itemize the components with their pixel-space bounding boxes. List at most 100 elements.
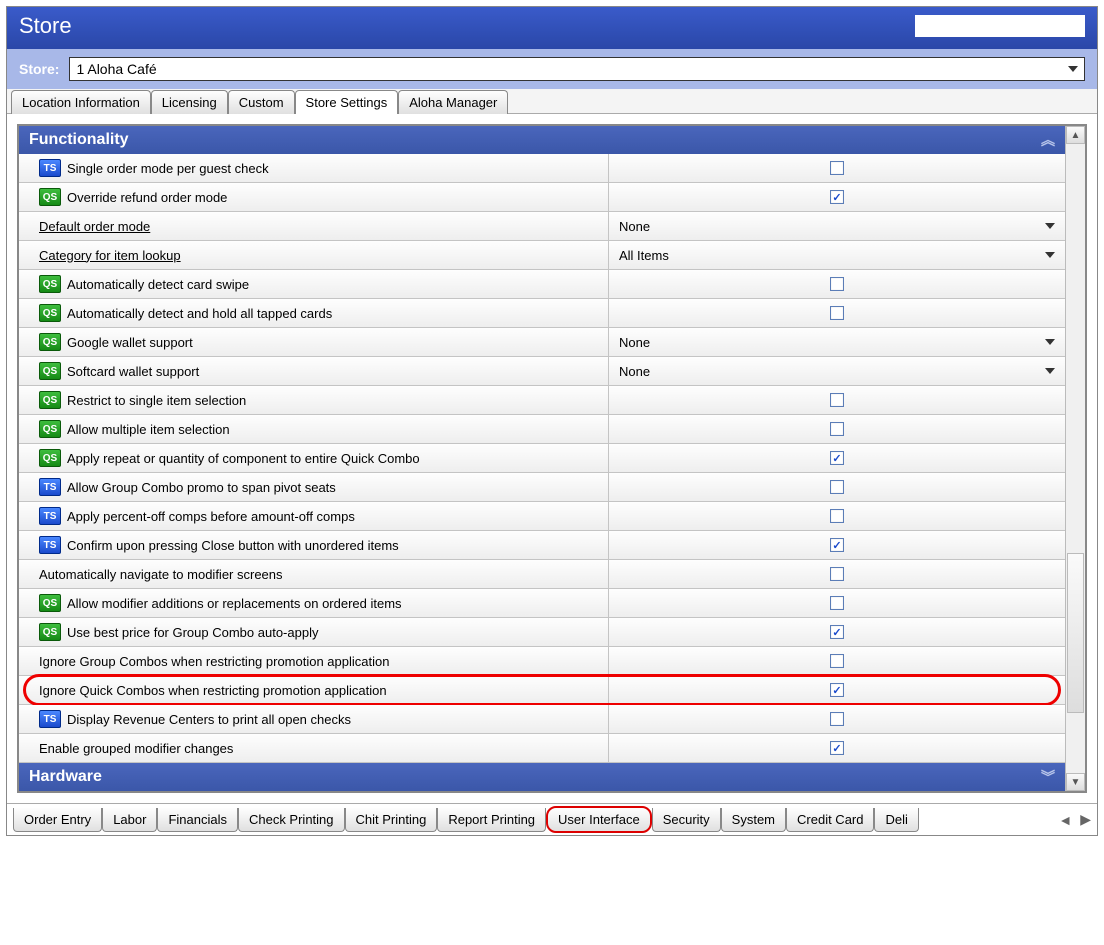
scrollbar[interactable]: ▲ ▼: [1065, 126, 1085, 791]
store-select-value: 1 Aloha Café: [76, 61, 156, 77]
tab-bottom[interactable]: Security: [652, 808, 721, 832]
setting-value-cell[interactable]: None: [609, 212, 1065, 240]
setting-label-cell: Enable grouped modifier changes: [19, 734, 609, 762]
section-hardware-label: Hardware: [29, 768, 102, 786]
tab-top[interactable]: Location Information: [11, 90, 151, 114]
checkbox[interactable]: [830, 509, 844, 523]
setting-row: QSGoogle wallet supportNone: [19, 328, 1065, 357]
setting-value-cell[interactable]: All Items: [609, 241, 1065, 269]
setting-label-cell: QS Restrict to single item selection: [19, 386, 609, 414]
setting-value-cell[interactable]: [609, 647, 1065, 675]
setting-value-cell[interactable]: None: [609, 357, 1065, 385]
qs-icon: QS: [39, 420, 61, 438]
setting-value-cell[interactable]: ✓: [609, 734, 1065, 762]
qs-icon: QS: [39, 449, 61, 467]
chevron-down-icon: [1045, 368, 1055, 374]
setting-row: QSAllow multiple item selection: [19, 415, 1065, 444]
scroll-thumb[interactable]: [1067, 553, 1084, 713]
setting-value-cell[interactable]: [609, 589, 1065, 617]
qs-icon: QS: [39, 391, 61, 409]
scroll-down-icon[interactable]: ▼: [1066, 773, 1085, 791]
setting-value-cell[interactable]: ✓: [609, 676, 1065, 704]
qs-icon: QS: [39, 275, 61, 293]
setting-value-cell[interactable]: [609, 705, 1065, 733]
store-bar: Store: 1 Aloha Café: [7, 49, 1097, 89]
setting-value-cell[interactable]: None: [609, 328, 1065, 356]
qs-icon: QS: [39, 333, 61, 351]
checkbox[interactable]: ✓: [830, 741, 844, 755]
tab-bottom[interactable]: Report Printing: [437, 808, 546, 832]
section-functionality-label: Functionality: [29, 131, 129, 149]
tab-bottom[interactable]: User Interface: [546, 806, 652, 833]
setting-value-cell[interactable]: ✓: [609, 531, 1065, 559]
titlebar-input[interactable]: [915, 15, 1085, 37]
setting-value-cell[interactable]: ✓: [609, 444, 1065, 472]
setting-label: Automatically detect card swipe: [67, 277, 249, 292]
ts-icon: TS: [39, 507, 61, 525]
setting-row: TSAllow Group Combo promo to span pivot …: [19, 473, 1065, 502]
section-hardware[interactable]: Hardware ︾: [19, 763, 1065, 791]
tab-bottom[interactable]: Financials: [157, 808, 238, 832]
checkbox[interactable]: ✓: [830, 190, 844, 204]
tab-nav-arrow-icon[interactable]: ▶: [1076, 811, 1095, 828]
expand-icon: ︾: [1041, 767, 1055, 787]
tab-top[interactable]: Licensing: [151, 90, 228, 114]
ts-icon: TS: [39, 710, 61, 728]
checkbox[interactable]: [830, 712, 844, 726]
setting-value-cell[interactable]: [609, 502, 1065, 530]
qs-icon: QS: [39, 362, 61, 380]
tab-top[interactable]: Aloha Manager: [398, 90, 508, 114]
tab-bottom[interactable]: Order Entry: [13, 808, 102, 832]
checkbox[interactable]: ✓: [830, 683, 844, 697]
setting-row: QSSoftcard wallet supportNone: [19, 357, 1065, 386]
checkbox[interactable]: ✓: [830, 538, 844, 552]
setting-value-cell[interactable]: [609, 473, 1065, 501]
tab-nav-arrow-icon[interactable]: ◄: [1054, 812, 1076, 828]
checkbox[interactable]: [830, 161, 844, 175]
setting-row: Automatically navigate to modifier scree…: [19, 560, 1065, 589]
setting-label[interactable]: Category for item lookup: [39, 248, 181, 263]
setting-row: TSDisplay Revenue Centers to print all o…: [19, 705, 1065, 734]
setting-label: Apply repeat or quantity of component to…: [67, 451, 420, 466]
checkbox[interactable]: ✓: [830, 451, 844, 465]
setting-label: Restrict to single item selection: [67, 393, 246, 408]
setting-label-cell: TSApply percent-off comps before amount-…: [19, 502, 609, 530]
setting-value-cell[interactable]: [609, 386, 1065, 414]
checkbox[interactable]: [830, 422, 844, 436]
setting-row: QS Automatically detect card swipe: [19, 270, 1065, 299]
tab-bottom[interactable]: System: [721, 808, 786, 832]
setting-row: TSConfirm upon pressing Close button wit…: [19, 531, 1065, 560]
tab-bottom[interactable]: Labor: [102, 808, 157, 832]
setting-label-cell: QSAllow multiple item selection: [19, 415, 609, 443]
store-select[interactable]: 1 Aloha Café: [69, 57, 1085, 81]
tab-top[interactable]: Store Settings: [295, 90, 399, 114]
setting-label: Automatically navigate to modifier scree…: [39, 567, 283, 582]
section-functionality[interactable]: Functionality ︽: [19, 126, 1065, 154]
tab-bottom[interactable]: Deli: [874, 808, 918, 832]
dropdown-value: None: [619, 335, 650, 350]
scroll-up-icon[interactable]: ▲: [1066, 126, 1085, 144]
checkbox[interactable]: [830, 567, 844, 581]
tab-bottom[interactable]: Chit Printing: [345, 808, 438, 832]
checkbox[interactable]: [830, 480, 844, 494]
checkbox[interactable]: ✓: [830, 625, 844, 639]
scroll-track[interactable]: [1066, 144, 1085, 773]
setting-value-cell[interactable]: [609, 270, 1065, 298]
checkbox[interactable]: [830, 393, 844, 407]
collapse-icon: ︽: [1041, 130, 1055, 150]
setting-value-cell[interactable]: ✓: [609, 618, 1065, 646]
setting-value-cell[interactable]: [609, 299, 1065, 327]
setting-value-cell[interactable]: [609, 415, 1065, 443]
tab-bottom[interactable]: Credit Card: [786, 808, 874, 832]
checkbox[interactable]: [830, 596, 844, 610]
setting-label[interactable]: Default order mode: [39, 219, 150, 234]
store-window: Store Store: 1 Aloha Café Location Infor…: [6, 6, 1098, 836]
setting-value-cell[interactable]: ✓: [609, 183, 1065, 211]
setting-value-cell[interactable]: [609, 560, 1065, 588]
checkbox[interactable]: [830, 277, 844, 291]
checkbox[interactable]: [830, 654, 844, 668]
tab-bottom[interactable]: Check Printing: [238, 808, 345, 832]
setting-value-cell[interactable]: [609, 154, 1065, 182]
checkbox[interactable]: [830, 306, 844, 320]
tab-top[interactable]: Custom: [228, 90, 295, 114]
